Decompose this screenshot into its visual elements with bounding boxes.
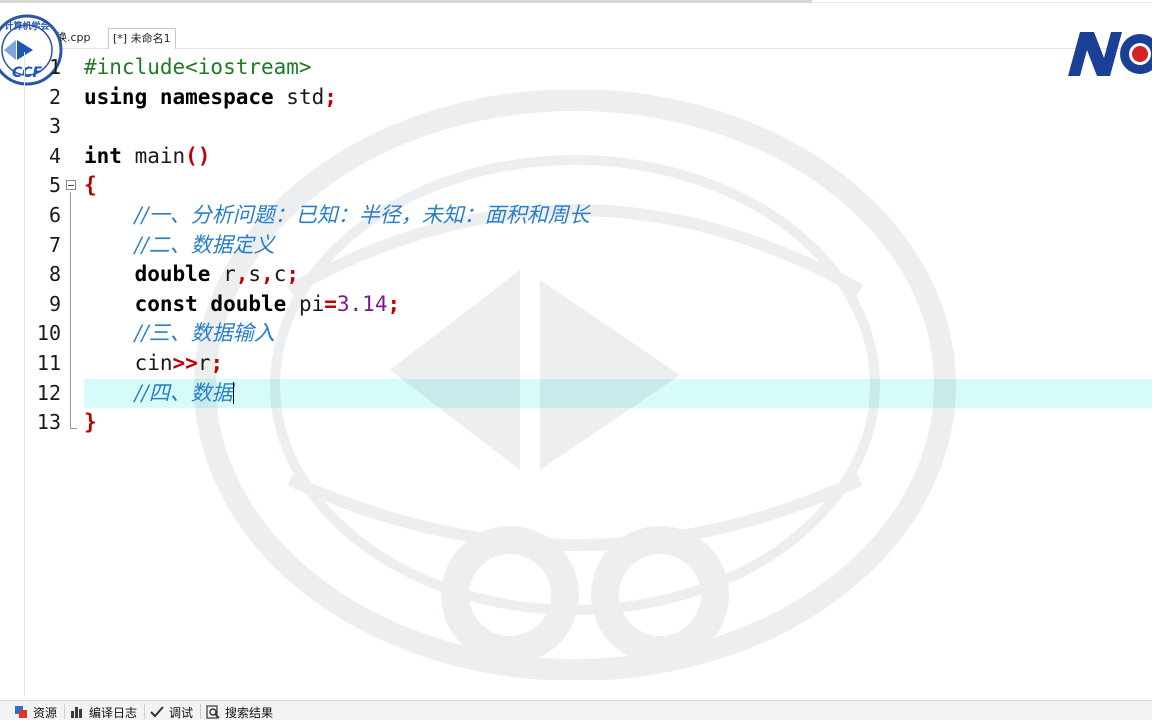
- line-number: 4: [48, 143, 61, 168]
- code-token: c: [273, 262, 287, 287]
- line-number: 11: [36, 351, 61, 375]
- separator: [144, 704, 145, 719]
- compile-log-icon: [70, 705, 84, 719]
- line-number: 2: [48, 84, 61, 109]
- resources-icon: [14, 705, 28, 719]
- tab-label: [*] 未命名1: [113, 32, 171, 45]
- code-text: //一、分析问题：已知：半径，未知：面积和周长: [84, 201, 590, 230]
- code-token: main: [121, 143, 186, 168]
- code-line[interactable]: 1 #include<iostream>: [0, 53, 1152, 83]
- code-token: ;: [387, 291, 401, 316]
- code-token: ;: [286, 262, 300, 287]
- tab-label: 资源: [33, 705, 58, 720]
- code-token: int: [84, 143, 122, 168]
- code-token: >>: [172, 351, 198, 375]
- tab-resources[interactable]: 资源: [14, 703, 57, 720]
- code-token: //三、数据输入: [134, 321, 275, 346]
- code-text: int main(): [84, 142, 210, 171]
- code-token: ,: [261, 262, 274, 287]
- code-line[interactable]: 8 double r,s,c;: [0, 260, 1152, 290]
- code-token: =: [324, 291, 337, 316]
- bottom-panel-tabs: 资源 编译日志 调试 搜索结果: [0, 700, 1152, 720]
- code-token: }: [84, 410, 97, 435]
- code-line[interactable]: 4 int main(): [0, 142, 1152, 172]
- line-number: 13: [36, 410, 61, 435]
- code-text: using namespace std;: [84, 83, 337, 112]
- code-text: const double pi=3.14;: [84, 290, 401, 319]
- code-line[interactable]: 5{: [0, 171, 1152, 201]
- code-token: using namespace: [84, 84, 274, 109]
- code-token: cin: [134, 351, 173, 375]
- window-top-border: [0, 0, 812, 3]
- code-token: 3.14: [336, 291, 388, 316]
- tab-compile-log[interactable]: 编译日志: [70, 703, 137, 720]
- search-results-icon: [206, 705, 220, 719]
- code-line[interactable]: 12 //四、数据: [0, 379, 1152, 409]
- code-text: }: [84, 408, 97, 437]
- line-number: 1: [48, 55, 61, 79]
- code-token: ,: [235, 262, 249, 287]
- code-token: (): [185, 143, 211, 168]
- code-line[interactable]: 9 const double pi=3.14;: [0, 290, 1152, 320]
- code-line[interactable]: 2 using namespace std;: [0, 83, 1152, 113]
- code-token: ;: [210, 351, 224, 375]
- tab-label: 搜索结果: [225, 705, 274, 720]
- code-text: double r,s,c;: [84, 260, 299, 289]
- code-token: double: [134, 262, 211, 287]
- line-number: 7: [48, 232, 61, 257]
- code-line[interactable]: 10 //三、数据输入: [0, 319, 1152, 349]
- code-text: {: [84, 171, 97, 200]
- separator: [64, 704, 65, 719]
- editor-tab-bar: 的交换.cpp [*] 未命名1: [0, 24, 1152, 49]
- code-token: #include<iostream>: [84, 55, 312, 79]
- code-token: ;: [324, 84, 337, 109]
- line-number: 5: [48, 173, 61, 198]
- code-line[interactable]: 3: [0, 112, 1152, 142]
- code-text: //三、数据输入: [84, 319, 275, 348]
- line-number: 8: [48, 262, 61, 287]
- code-token: {: [84, 173, 97, 198]
- debug-check-icon: [150, 705, 164, 719]
- separator: [200, 704, 201, 719]
- code-token: //一、分析问题：已知：半径，未知：面积和周长: [134, 203, 590, 227]
- seal-arc-text: 计算机学会: [4, 20, 50, 32]
- code-text: #include<iostream>: [84, 53, 312, 82]
- code-editor[interactable]: 1 #include<iostream> 2 using namespace std;…: [0, 52, 1152, 697]
- code-line[interactable]: 13}: [0, 408, 1152, 438]
- line-number: 10: [36, 321, 61, 346]
- code-token: r: [197, 351, 211, 375]
- code-token: s: [248, 262, 262, 287]
- tab-debug[interactable]: 调试: [150, 703, 193, 720]
- line-number: 3: [48, 114, 61, 139]
- code-text: //二、数据定义: [84, 231, 275, 260]
- text-cursor: [232, 381, 234, 404]
- tab-untitled-1[interactable]: [*] 未命名1: [108, 28, 176, 49]
- code-line[interactable]: 11 cin>>r;: [0, 349, 1152, 379]
- tab-label: 编译日志: [89, 705, 138, 720]
- line-number: 12: [36, 380, 61, 405]
- code-token: //四、数据: [134, 380, 233, 405]
- code-token: //二、数据定义: [134, 232, 275, 257]
- tab-label: 调试: [169, 705, 194, 720]
- code-line[interactable]: 7 //二、数据定义: [0, 231, 1152, 261]
- code-text: //四、数据: [84, 379, 234, 408]
- line-number: 9: [48, 291, 61, 316]
- code-token: const double: [134, 291, 287, 316]
- line-number: 6: [48, 203, 61, 227]
- code-token: r: [210, 262, 236, 287]
- code-token: pi: [286, 291, 325, 316]
- window-top-border-right: [812, 2, 1152, 3]
- ide-window: 的交换.cpp [*] 未命名1 计算机学会 CCF 1 #include<io…: [0, 0, 1152, 720]
- code-line[interactable]: 6 //一、分析问题：已知：半径，未知：面积和周长: [0, 201, 1152, 231]
- tab-search-results[interactable]: 搜索结果: [206, 703, 273, 720]
- code-text: cin>>r;: [84, 349, 224, 378]
- code-token: std: [273, 84, 325, 109]
